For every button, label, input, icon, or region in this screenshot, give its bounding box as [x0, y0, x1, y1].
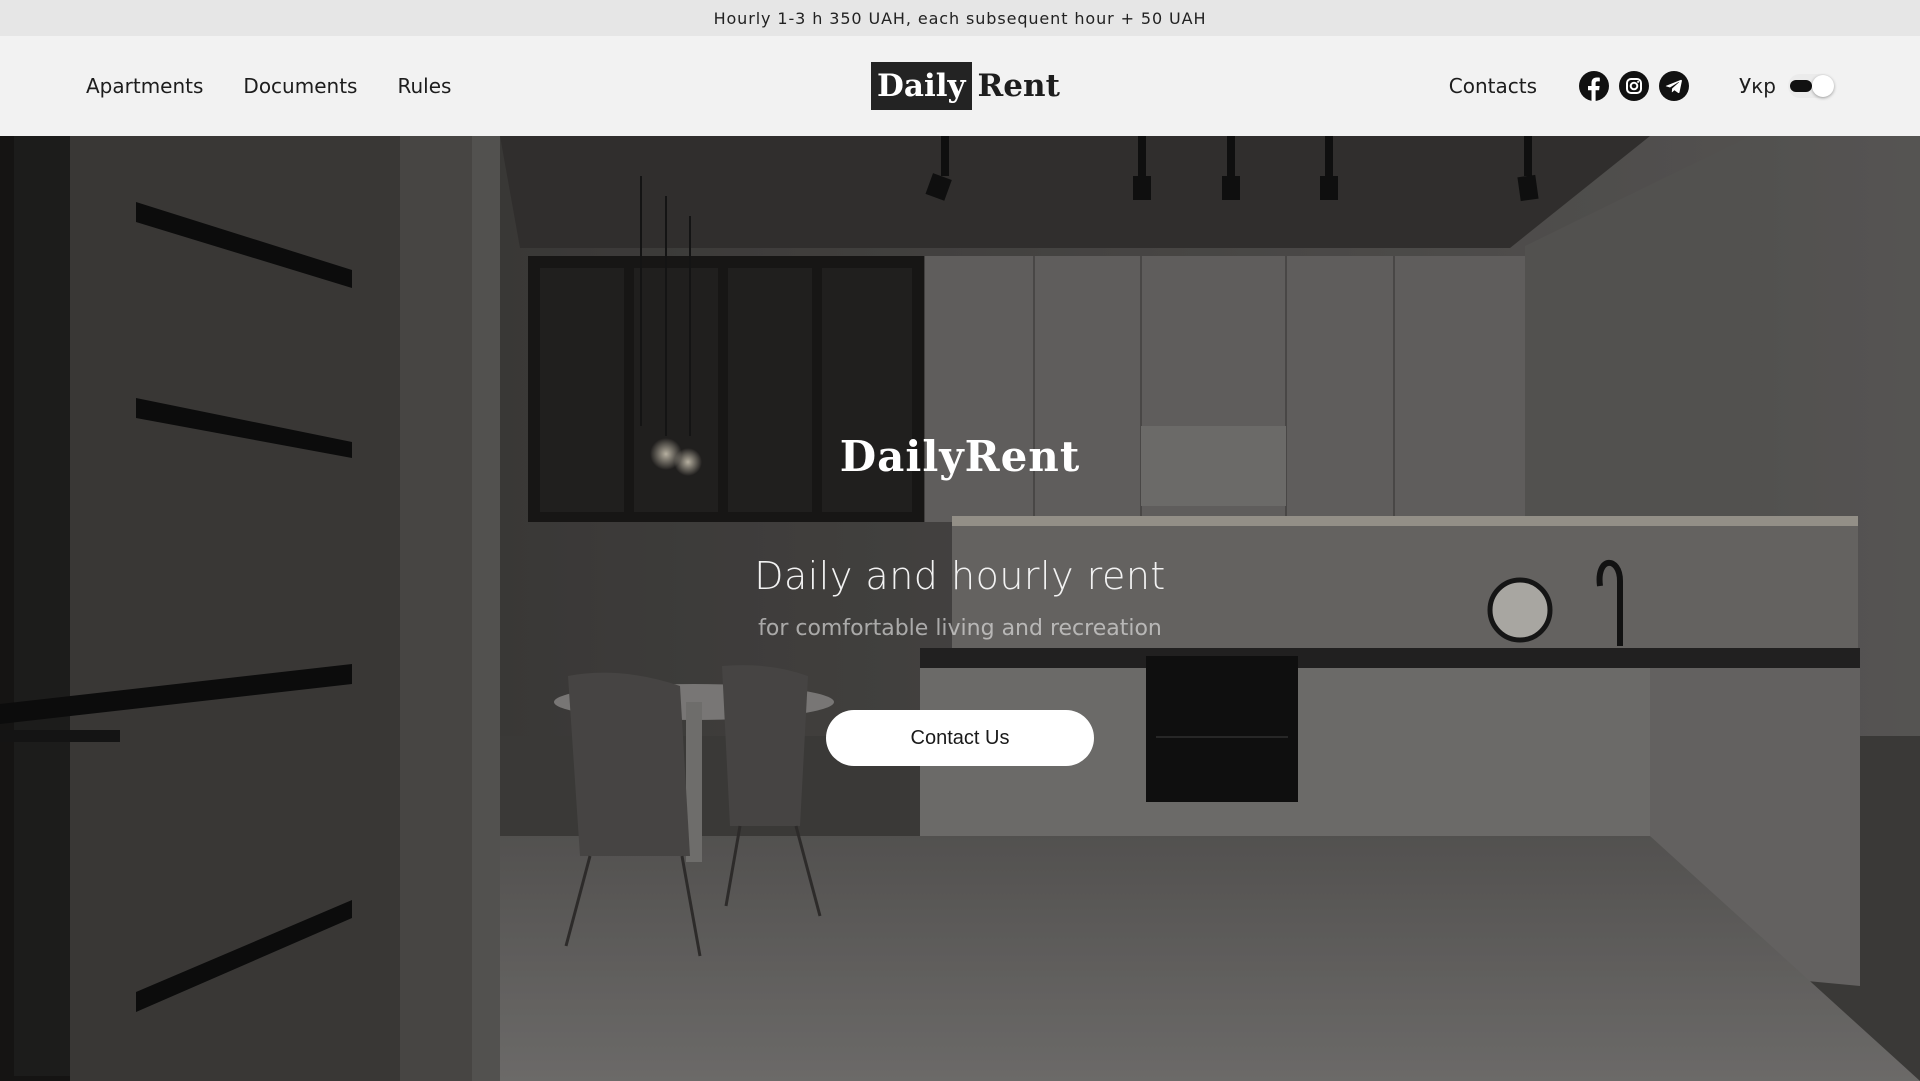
language-toggle[interactable]: [1788, 74, 1834, 98]
announcement-text: Hourly 1-3 h 350 UAH, each subsequent ho…: [713, 8, 1207, 28]
social-links: [1579, 71, 1690, 101]
header-actions: Contacts Укр: [1449, 36, 1834, 136]
contact-us-button[interactable]: Contact Us: [826, 710, 1094, 766]
site-logo[interactable]: Daily Rent: [871, 62, 1060, 110]
instagram-icon[interactable]: [1619, 71, 1650, 101]
hero-content: DailyRent Daily and hourly rent for comf…: [0, 136, 1920, 1081]
toggle-track: [1790, 80, 1812, 92]
hero-section: DailyRent Daily and hourly rent for comf…: [0, 136, 1920, 1081]
nav-contacts[interactable]: Contacts: [1449, 74, 1537, 98]
hero-subtitle: for comfortable living and recreation: [758, 616, 1162, 641]
nav-documents[interactable]: Documents: [243, 74, 357, 98]
logo-daily: Daily: [871, 62, 972, 110]
facebook-icon[interactable]: [1579, 71, 1610, 101]
nav-apartments[interactable]: Apartments: [86, 74, 203, 98]
announcement-bar: Hourly 1-3 h 350 UAH, each subsequent ho…: [0, 0, 1920, 36]
toggle-knob: [1812, 75, 1834, 97]
main-nav: Apartments Documents Rules: [86, 36, 451, 136]
logo-rent: Rent: [977, 68, 1060, 104]
site-header: Apartments Documents Rules Daily Rent Co…: [0, 36, 1920, 136]
nav-rules[interactable]: Rules: [397, 74, 451, 98]
hero-title: Daily and hourly rent: [754, 554, 1166, 598]
telegram-icon[interactable]: [1659, 71, 1690, 101]
language-label: Укр: [1739, 74, 1776, 98]
hero-brand: DailyRent: [839, 432, 1081, 481]
